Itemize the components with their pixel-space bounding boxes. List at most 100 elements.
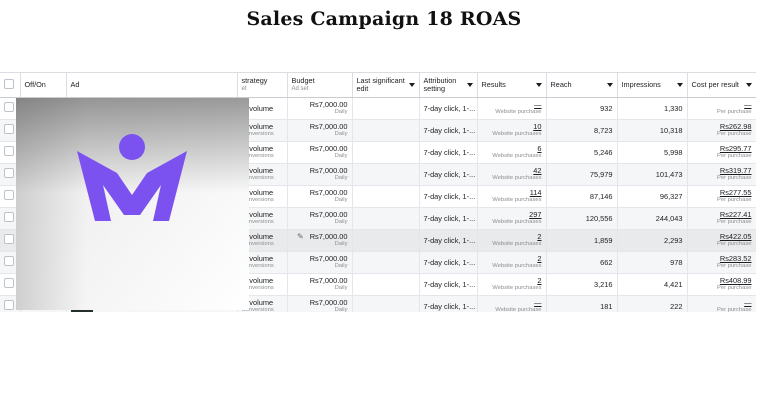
budget-cell[interactable]: Rs7,000.00 Daily (287, 185, 353, 208)
cost-cell[interactable]: Rs227.41 Per purchase (687, 207, 756, 230)
cost-value[interactable]: Rs408.99 (692, 276, 752, 285)
budget-cell[interactable]: Rs7,000.00 Daily (287, 207, 353, 230)
results-value[interactable]: 10 (482, 122, 541, 131)
results-value[interactable]: 297 (482, 210, 541, 219)
results-cell[interactable]: 2 Website purchases (477, 251, 547, 274)
cost-sub: Per purchase (717, 175, 752, 181)
reach-cell: 8,723 (546, 119, 618, 142)
results-cell[interactable]: 42 Website purchases (477, 163, 547, 186)
attribution-cell: 7-day click, 1-... (419, 163, 478, 186)
column-header-results[interactable]: Results (477, 73, 547, 98)
row-checkbox[interactable] (4, 300, 14, 310)
sort-caret-icon[interactable] (535, 83, 542, 87)
budget-cell[interactable]: Rs7,000.00 Daily (287, 97, 353, 120)
cost-sub: Per purchase (717, 109, 752, 115)
column-header-ad[interactable]: Ad (66, 73, 238, 98)
budget-cell[interactable]: Rs7,000.00 Daily (287, 273, 353, 296)
results-cell[interactable]: 297 Website purchases (477, 207, 547, 230)
attribution-value: 7-day click, 1-... (423, 235, 476, 245)
cost-value[interactable]: Rs227.41 (692, 210, 752, 219)
sort-caret-icon[interactable] (676, 83, 683, 87)
results-value[interactable]: 42 (482, 166, 541, 175)
sort-caret-icon[interactable] (745, 83, 752, 87)
select-all-checkbox[interactable] (4, 78, 14, 89)
budget-cell[interactable]: Rs7,000.00 Daily (287, 251, 353, 274)
attribution-value: 7-day click, 1-... (423, 103, 476, 113)
results-cell[interactable]: — Website purchase (477, 97, 547, 120)
cost-value[interactable]: Rs262.98 (692, 122, 752, 131)
results-value[interactable]: 2 (482, 276, 541, 285)
column-header-attribution[interactable]: Attribution setting (419, 73, 478, 98)
cost-cell[interactable]: Rs422.05 Per purchase (687, 229, 756, 252)
results-cell[interactable]: 6 Website purchases (477, 141, 547, 164)
results-sub: Website purchases (492, 241, 542, 247)
row-checkbox[interactable] (4, 234, 14, 244)
cost-value[interactable]: — (692, 298, 751, 307)
reach-cell: 75,979 (546, 163, 618, 186)
results-value[interactable]: 6 (482, 144, 541, 153)
column-label: Attribution setting (423, 75, 457, 93)
results-value[interactable]: — (482, 298, 541, 307)
cost-value[interactable]: Rs295.77 (692, 144, 752, 153)
sort-caret-icon[interactable] (606, 83, 613, 87)
results-value[interactable]: 2 (482, 232, 541, 241)
sort-caret-icon[interactable] (466, 83, 473, 87)
cost-cell[interactable]: Rs262.98 Per purchase (687, 119, 756, 142)
cost-cell[interactable]: — Per purchase (687, 97, 756, 120)
row-checkbox[interactable] (4, 190, 14, 200)
cost-cell[interactable]: Rs408.99 Per purchase (687, 273, 756, 296)
cost-cell[interactable]: Rs319.77 Per purchase (687, 163, 756, 186)
page-title: Sales Campaign 18 ROAS (246, 8, 522, 30)
results-cell[interactable]: 114 Website purchases (477, 185, 547, 208)
edit-pencil-icon[interactable]: ✎ (297, 232, 304, 241)
cost-value[interactable]: Rs319.77 (692, 166, 752, 175)
row-checkbox[interactable] (4, 256, 14, 266)
sort-caret-icon[interactable] (408, 83, 415, 87)
cost-cell[interactable]: Rs283.52 Per purchase (687, 251, 756, 274)
cost-cell[interactable]: Rs295.77 Per purchase (687, 141, 756, 164)
cost-value[interactable]: — (692, 100, 751, 109)
budget-sub: Daily (334, 153, 348, 159)
row-checkbox[interactable] (4, 102, 14, 112)
impressions-value: 222 (670, 301, 683, 311)
impressions-cell: 10,318 (617, 119, 688, 142)
results-cell[interactable]: 2 Website purchases (477, 229, 547, 252)
results-cell[interactable]: 10 Website purchases (477, 119, 547, 142)
column-header-last-edit[interactable]: Last significant edit (352, 73, 420, 98)
cost-cell[interactable]: — Per purchase (687, 295, 756, 312)
column-header-cost-per-result[interactable]: Cost per result (687, 73, 756, 98)
row-checkbox[interactable] (4, 146, 14, 156)
column-header-strategy[interactable]: strategy et (237, 73, 288, 98)
cost-value[interactable]: Rs277.55 (692, 188, 752, 197)
results-sub: Website purchase (495, 307, 542, 312)
select-all-header[interactable] (0, 73, 21, 98)
results-value[interactable]: 2 (482, 254, 541, 263)
row-checkbox[interactable] (4, 168, 14, 178)
last-edit-cell (352, 207, 420, 230)
budget-sub: Daily (334, 241, 348, 247)
row-checkbox[interactable] (4, 212, 14, 222)
budget-cell[interactable]: Rs7,000.00 Daily (287, 119, 353, 142)
cost-cell[interactable]: Rs277.55 Per purchase (687, 185, 756, 208)
reach-cell: 1,859 (546, 229, 618, 252)
row-checkbox[interactable] (4, 278, 14, 288)
budget-cell[interactable]: Rs7,000.00 Daily (287, 141, 353, 164)
budget-value: Rs7,000.00 (309, 298, 348, 307)
budget-cell[interactable]: Rs7,000.00 Daily (287, 295, 353, 312)
cost-value[interactable]: Rs422.05 (692, 232, 752, 241)
cost-value[interactable]: Rs283.52 (692, 254, 752, 263)
results-cell[interactable]: 2 Website purchases (477, 273, 547, 296)
budget-sub: Daily (334, 307, 348, 312)
budget-cell[interactable]: Rs7,000.00 Daily (287, 163, 353, 186)
results-cell[interactable]: — Website purchase (477, 295, 547, 312)
results-value[interactable]: — (482, 100, 541, 109)
budget-cell[interactable]: ✎ Rs7,000.00 Daily (287, 229, 353, 252)
results-sub: Website purchases (492, 219, 542, 225)
column-header-impressions[interactable]: Impressions (617, 73, 688, 98)
column-header-off-on[interactable]: Off/On (20, 73, 67, 98)
row-checkbox[interactable] (4, 124, 14, 134)
column-header-budget[interactable]: Budget Ad set (287, 73, 353, 98)
column-header-reach[interactable]: Reach (546, 73, 618, 98)
attribution-value: 7-day click, 1-... (423, 125, 476, 135)
results-value[interactable]: 114 (482, 188, 542, 197)
